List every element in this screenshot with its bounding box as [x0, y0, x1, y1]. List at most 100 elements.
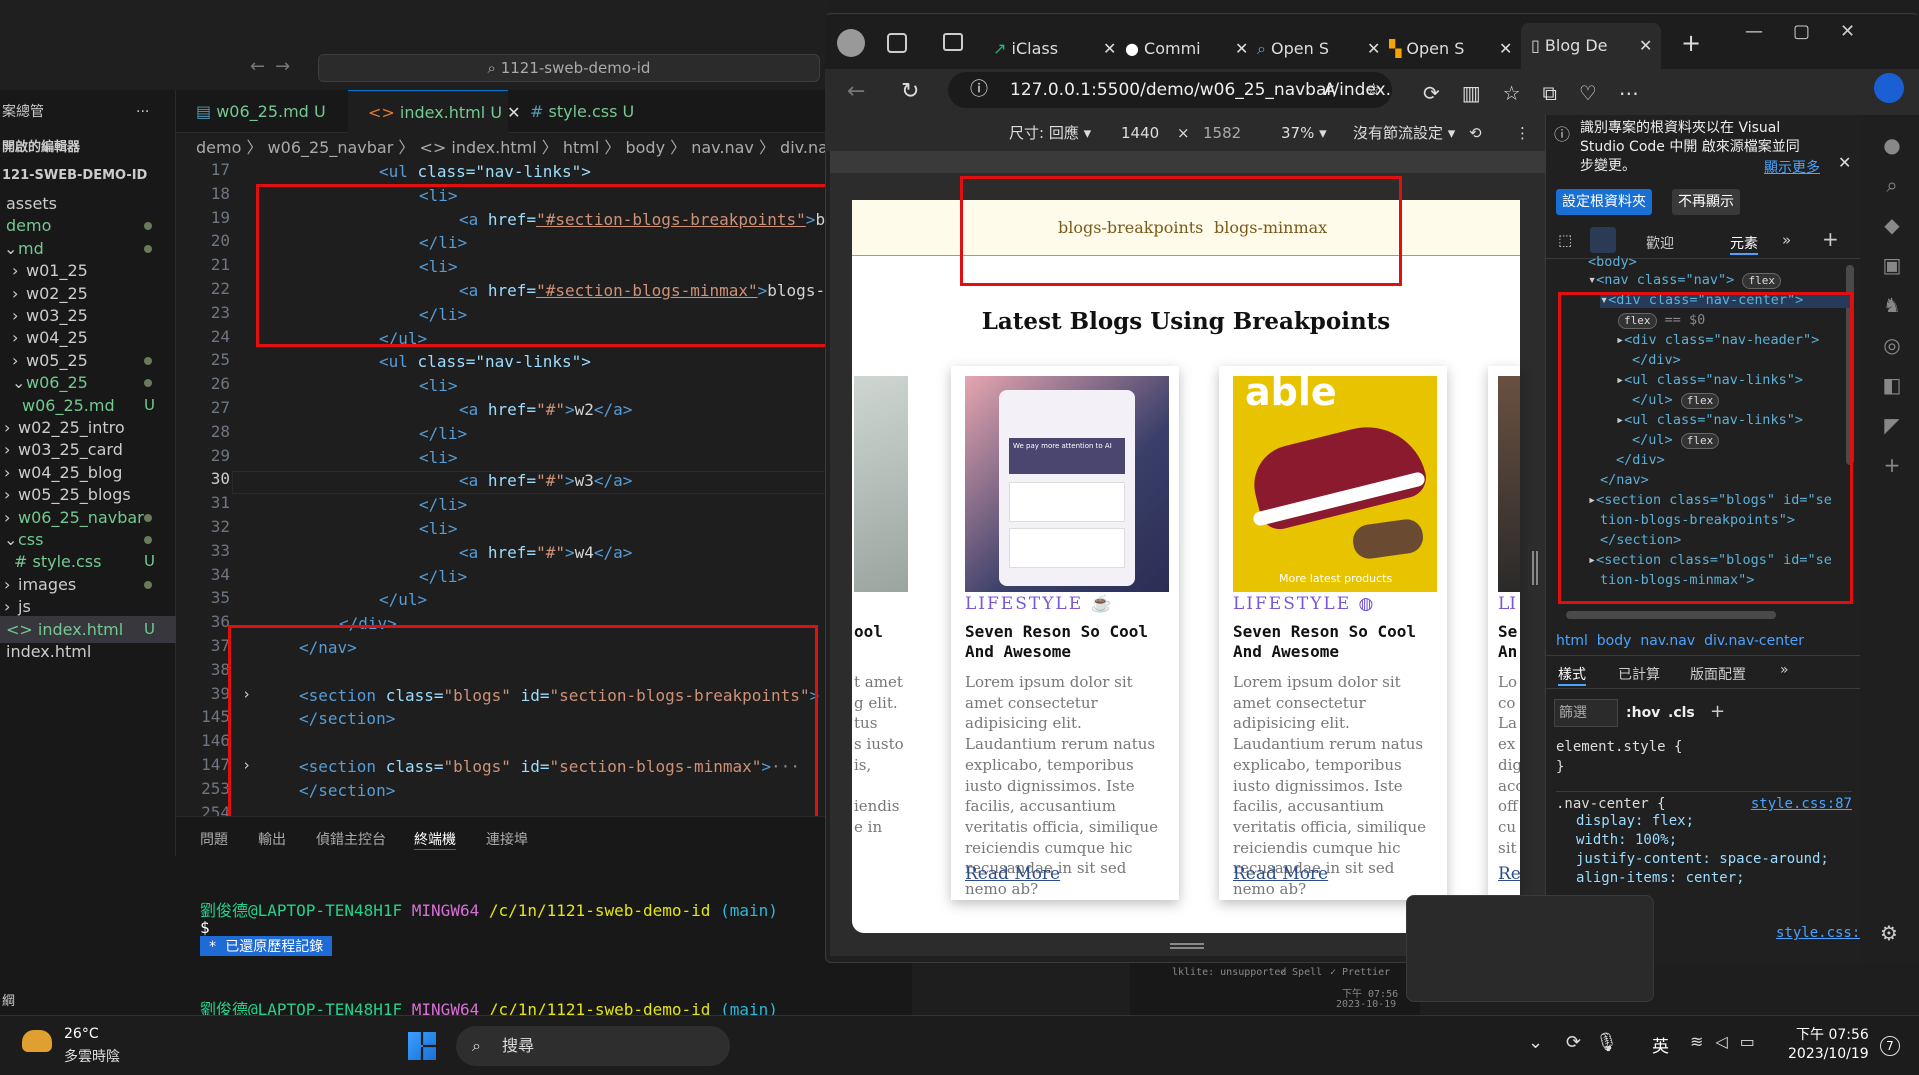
read-more-partial[interactable]: Re: [1498, 864, 1520, 884]
refresh-icon[interactable]: ↻: [901, 79, 919, 104]
tab-terminal[interactable]: 終端機: [414, 829, 456, 850]
terminal[interactable]: 劉俊德@LAPTOP-TEN48H1F MINGW64 /c/1n/1121-s…: [176, 856, 912, 1019]
pinned-apps[interactable]: [750, 1032, 1520, 1060]
cls-toggle[interactable]: .cls: [1668, 705, 1695, 721]
text-line: is,: [854, 755, 872, 774]
device-select[interactable]: 尺寸: 回應 ▾: [1009, 115, 1091, 151]
markdown-icon: ▤: [196, 102, 217, 121]
tab-index-html[interactable]: <> index.html U ✕: [348, 90, 521, 133]
resize-handle-bottom[interactable]: [1170, 943, 1204, 949]
tray-chevron-icon[interactable]: ⌄: [1528, 1032, 1543, 1053]
network-volume-battery[interactable]: ≋◁▭: [1690, 1032, 1767, 1051]
tab-github[interactable]: ● Commi ✕: [1125, 29, 1255, 69]
tab-output[interactable]: 輸出: [258, 829, 286, 849]
css-declaration[interactable]: width: 100%;: [1576, 831, 1852, 850]
settings-icon[interactable]: ⚙: [1880, 921, 1898, 945]
address-bar[interactable]: ⓘ 127.0.0.1:5500/demo/w06_25_navbar/index…: [948, 72, 1392, 108]
read-more-link[interactable]: Read More: [965, 864, 1060, 884]
outline-label[interactable]: 綱: [2, 990, 15, 1009]
dom-body[interactable]: <body>: [1588, 254, 1637, 270]
read-more-link[interactable]: Read More: [1233, 864, 1328, 884]
tab-actions-icon[interactable]: [943, 33, 963, 51]
hov-toggle[interactable]: :hov: [1626, 705, 1660, 721]
text-line: g elit.: [854, 693, 898, 712]
set-root-folder-button[interactable]: 設定根資料夾: [1556, 189, 1652, 215]
tab-styles[interactable]: 樣式: [1558, 664, 1586, 686]
text-line: cu: [1498, 817, 1517, 836]
tab-open-2[interactable]: ▚ Open S ✕: [1389, 29, 1519, 69]
device-toggle-icon[interactable]: [1590, 227, 1616, 253]
tab-debug-console[interactable]: 偵錯主控台: [316, 829, 386, 849]
taskbar-search[interactable]: ⌕ 搜尋: [456, 1026, 730, 1066]
modified-dot: [144, 379, 152, 388]
open-editors-header[interactable]: 開啟的編輯器: [0, 134, 80, 162]
rotate-icon[interactable]: ⟲: [1469, 115, 1482, 151]
resize-handle-right[interactable]: [1532, 551, 1538, 585]
new-tab-button[interactable]: +: [1681, 29, 1701, 57]
dont-show-again-button[interactable]: 不再顯示: [1672, 189, 1740, 215]
height-input[interactable]: 1582: [1203, 115, 1241, 151]
weather-temp[interactable]: 26°C: [64, 1026, 99, 1042]
tab-style-css[interactable]: # style.css U: [510, 90, 660, 133]
tab-open-1[interactable]: ⌕ Open S ✕: [1257, 29, 1387, 69]
breadcrumb[interactable]: demo 〉 w06_25_navbar 〉 <> index.html 〉 h…: [176, 134, 830, 162]
globe-icon: ◍: [1358, 594, 1376, 614]
sidebar-apps[interactable]: ● ⌕ ◆ ▣ ♞ ◎ ◧ ◤ +: [1880, 125, 1904, 485]
styles-filter[interactable]: 篩選: [1554, 699, 1618, 727]
inspect-icon[interactable]: ⬚: [1558, 231, 1572, 249]
rule-source-link[interactable]: style.css:87: [1751, 796, 1852, 812]
weather-icon[interactable]: [22, 1030, 52, 1052]
tab-elements[interactable]: 元素: [1730, 233, 1758, 255]
dom-hscrollbar[interactable]: [1566, 611, 1776, 619]
more-icon[interactable]: ···: [136, 98, 149, 126]
bottom-source-link[interactable]: style.css:1: [1776, 925, 1869, 941]
more-tabs-icon[interactable]: »: [1782, 231, 1791, 249]
toolbar-icons[interactable]: ⟳▥☆⧉♡⋯: [1423, 81, 1661, 105]
weather-desc[interactable]: 多雲時陰: [64, 1046, 120, 1066]
more-icon[interactable]: »: [1780, 662, 1789, 678]
line-number: 27: [210, 398, 230, 417]
add-rule-icon[interactable]: +: [1710, 701, 1725, 722]
tray-icons[interactable]: ⟳🎙︎: [1566, 1032, 1632, 1053]
code-line-26: <li>: [419, 376, 458, 396]
modified-dot: [144, 580, 152, 589]
tree-item[interactable]: index.html: [0, 638, 176, 665]
close-icon[interactable]: ✕: [1838, 153, 1851, 172]
start-icon[interactable]: [408, 1032, 436, 1060]
collections-icon[interactable]: [887, 33, 907, 53]
tab-welcome[interactable]: 歡迎: [1646, 233, 1674, 253]
nav-arrows[interactable]: ←→: [250, 56, 300, 77]
css-declaration[interactable]: display: flex;: [1576, 812, 1852, 831]
code-line-33: <a href="#">w4</a>: [459, 542, 633, 562]
zoom-select[interactable]: 37% ▾: [1281, 115, 1327, 151]
bing-icon[interactable]: [1874, 73, 1904, 103]
line-number: 34: [210, 564, 230, 584]
tab-computed[interactable]: 已計算: [1618, 664, 1660, 684]
tab-problems[interactable]: 問題: [200, 829, 228, 849]
highlight-box-navbar: [960, 176, 1402, 286]
add-tab-icon[interactable]: +: [1822, 227, 1839, 251]
back-icon[interactable]: ←: [847, 79, 865, 104]
css-declaration[interactable]: justify-content: space-around;: [1576, 850, 1852, 869]
read-aloud-icon[interactable]: A: [1324, 72, 1336, 108]
notification-badge[interactable]: 7: [1880, 1036, 1900, 1056]
project-header[interactable]: 121-SWEB-DEMO-ID: [0, 162, 147, 190]
tab-ports[interactable]: 連接埠: [486, 829, 528, 849]
clock-date[interactable]: 2023/10/19: [1788, 1046, 1869, 1062]
profile-avatar[interactable]: [837, 29, 865, 57]
window-controls[interactable]: —▢✕: [1745, 21, 1885, 42]
throttle-select[interactable]: 沒有節流設定 ▾: [1353, 115, 1455, 151]
css-declaration[interactable]: align-items: center;: [1576, 869, 1852, 888]
favorite-icon[interactable]: ☆: [1366, 72, 1381, 108]
clock-time[interactable]: 下午 07:56: [1796, 1024, 1869, 1044]
input-language[interactable]: 英: [1652, 1032, 1669, 1057]
learn-more-link[interactable]: 顯示更多: [1764, 157, 1820, 177]
width-input[interactable]: 1440: [1121, 115, 1159, 151]
command-center-search[interactable]: ⌕ 1121-sweb-demo-id: [318, 54, 820, 82]
tab-iclass[interactable]: ↗ iClass ✕: [993, 29, 1123, 69]
more-icon[interactable]: ⋮: [1515, 115, 1530, 151]
dom-nav[interactable]: ▾<nav class="nav"> flex: [1588, 272, 1781, 289]
tab-blog-active[interactable]: ▯ Blog De ✕: [1521, 23, 1661, 69]
tab-layout[interactable]: 版面配置: [1690, 664, 1746, 684]
tab-w06-md[interactable]: ▤ w06_25.md U: [176, 90, 346, 133]
